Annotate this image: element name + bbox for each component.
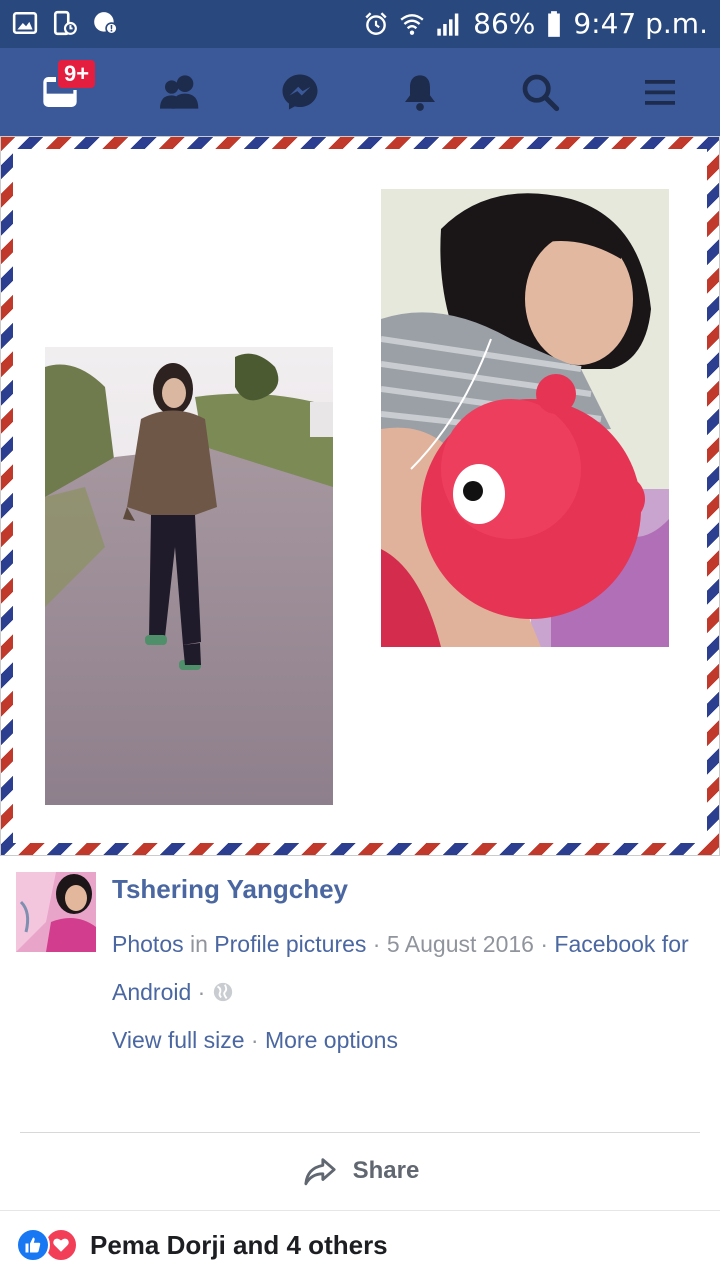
more-options-link[interactable]: More options	[265, 1027, 398, 1053]
reactions-summary[interactable]: Pema Dorji and 4 others	[16, 1222, 388, 1268]
battery-icon	[548, 11, 561, 37]
meta-separator: ·	[191, 979, 212, 1005]
screenshot-notification-icon	[53, 10, 77, 36]
meta-separator: ·	[533, 931, 555, 957]
share-button[interactable]: Share	[0, 1140, 720, 1202]
svg-text:!: !	[110, 25, 114, 35]
menu-icon	[645, 80, 675, 105]
like-reaction-icon	[16, 1228, 50, 1262]
photos-link[interactable]: Photos	[112, 931, 184, 957]
status-notification-icons: !	[12, 10, 118, 36]
divider	[20, 1132, 700, 1133]
author-name[interactable]: Tshering Yangchey	[112, 872, 348, 906]
gallery-notification-icon	[12, 11, 38, 35]
divider	[0, 1210, 720, 1211]
tab-friends[interactable]	[120, 48, 240, 136]
post-photo[interactable]	[0, 136, 720, 856]
public-globe-icon	[213, 982, 232, 1002]
tab-notifications[interactable]	[360, 48, 480, 136]
messenger-notification-icon: !	[94, 12, 118, 35]
status-system-icons: 86% 9:47 p.m.	[363, 6, 708, 42]
photo-canvas	[13, 149, 707, 843]
photo-girl-with-teddy-bear	[381, 189, 669, 647]
battery-percentage: 86%	[473, 7, 536, 40]
search-icon	[522, 74, 560, 112]
messenger-icon	[282, 74, 318, 110]
tab-menu[interactable]	[600, 48, 720, 136]
view-full-size-link[interactable]: View full size	[112, 1027, 245, 1053]
clock: 9:47 p.m.	[573, 7, 708, 40]
tab-search[interactable]	[480, 48, 600, 136]
meta-separator: ·	[244, 1027, 265, 1053]
author-avatar[interactable]	[16, 872, 96, 952]
notifications-icon	[405, 75, 435, 111]
reactions-text: Pema Dorji and 4 others	[90, 1229, 388, 1260]
status-bar: ! 86% 9:47 p.m.	[0, 0, 720, 48]
photo-girl-on-road	[45, 347, 333, 805]
wifi-icon	[400, 14, 424, 35]
post-metadata: Photos in Profile pictures · 5 August 20…	[112, 920, 702, 1064]
post-date[interactable]: 5 August 2016	[387, 931, 534, 957]
signal-icon	[437, 13, 459, 36]
meta-separator: ·	[366, 931, 387, 957]
share-label: Share	[352, 1157, 420, 1184]
friends-icon	[160, 75, 199, 109]
meta-in-text: in	[183, 931, 215, 957]
album-link[interactable]: Profile pictures	[214, 931, 366, 957]
tab-messenger[interactable]	[240, 48, 360, 136]
alarm-icon	[365, 12, 387, 35]
share-arrow-icon	[304, 1158, 336, 1186]
tab-news-feed[interactable]: 9+	[0, 48, 120, 136]
top-navigation: 9+	[0, 48, 720, 136]
notification-count-badge: 9+	[56, 58, 98, 90]
